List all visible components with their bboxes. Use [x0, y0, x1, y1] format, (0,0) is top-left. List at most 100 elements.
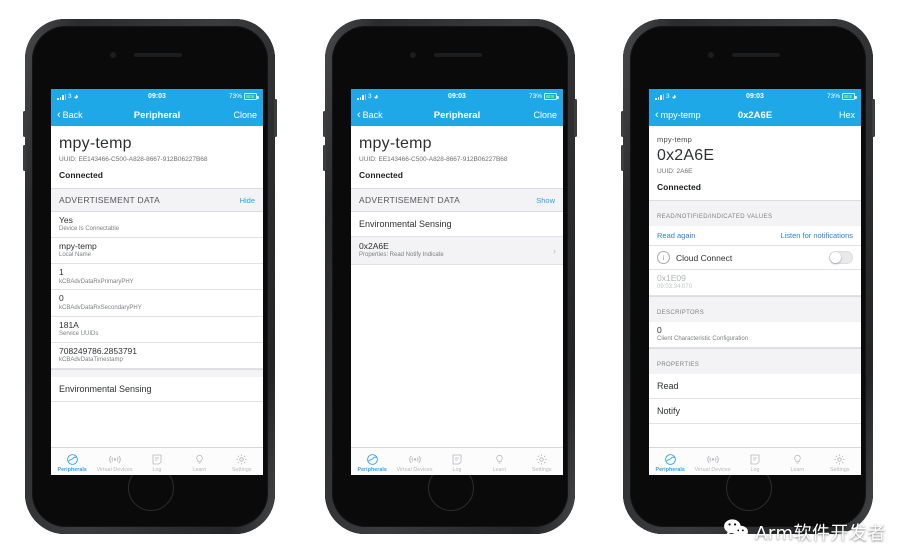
device-name: mpy-temp: [359, 135, 432, 152]
phone-1-screen: 3 ◕ 09:03 73% ⚡ ‹ Back Peripheral Clone …: [51, 89, 263, 475]
advertisement-toggle-button[interactable]: Show: [536, 196, 555, 205]
table-row[interactable]: 181A Service UUIDs: [51, 316, 263, 343]
descriptor-row[interactable]: 0 Client Characteristic Configuration: [649, 322, 861, 349]
row-value: 1: [59, 267, 64, 278]
row-value: mpy-temp: [59, 241, 97, 252]
row-label: Local Name: [59, 252, 92, 259]
table-row[interactable]: 708249786.2853791 kCBAdvDataTimestamp: [51, 342, 263, 369]
tab-learn[interactable]: Learn: [776, 453, 818, 473]
phone-1-content: mpy-temp UUID: EE143466-C500-A828-8667-9…: [51, 126, 263, 447]
back-button-label: mpy-temp: [660, 110, 701, 120]
clone-button[interactable]: Clone: [233, 110, 257, 120]
phone-3-bezel: 3 ◕ 09:03 73% ⚡ ‹ mpy-temp 0x2A6E Hex mp…: [630, 26, 866, 527]
tab-settings[interactable]: Settings: [819, 453, 861, 473]
tab-virtual-devices[interactable]: Virtual Devices: [93, 453, 135, 473]
characteristic-name: 0x2A6E: [657, 147, 715, 164]
phone-3-screen: 3 ◕ 09:03 73% ⚡ ‹ mpy-temp 0x2A6E Hex mp…: [649, 89, 861, 475]
back-button[interactable]: ‹ Back: [57, 108, 83, 121]
phone-1: 3 ◕ 09:03 73% ⚡ ‹ Back Peripheral Clone …: [23, 19, 277, 534]
log-icon: [451, 453, 463, 466]
connection-status: Connected: [359, 170, 403, 180]
tab-settings[interactable]: Settings: [221, 453, 263, 473]
descriptor-value: 0: [657, 325, 662, 336]
cloud-connect-row[interactable]: i Cloud Connect: [649, 246, 861, 270]
status-bar: 3 ◕ 09:03 73% ⚡: [351, 89, 563, 104]
volume-up-button[interactable]: [323, 111, 326, 137]
row-value: Yes: [59, 215, 73, 225]
power-button[interactable]: [274, 99, 277, 137]
tab-label: Log: [152, 466, 162, 473]
clone-button[interactable]: Clone: [533, 110, 557, 120]
phone-2-bezel: 3 ◕ 09:03 73% ⚡ ‹ Back Peripheral Clone …: [332, 26, 568, 527]
characteristic-row[interactable]: 0x2A6E Properties: Read Notify Indicate …: [351, 237, 563, 266]
characteristic-properties: Properties: Read Notify Indicate: [359, 252, 444, 259]
tab-virtual-devices[interactable]: Virtual Devices: [691, 453, 733, 473]
values-section-title: READ/NOTIFIED/INDICATED VALUES: [657, 214, 773, 220]
advertisement-toggle-button[interactable]: Hide: [240, 196, 255, 205]
tab-learn[interactable]: Learn: [178, 453, 220, 473]
tab-label: Settings: [231, 466, 252, 473]
volume-up-button[interactable]: [621, 111, 624, 137]
table-row[interactable]: Yes Device Is Connectable: [51, 212, 263, 239]
table-row[interactable]: mpy-temp Local Name: [51, 238, 263, 265]
row-label: kCBAdvDataRxPrimaryPHY: [59, 278, 134, 285]
service-row[interactable]: Environmental Sensing: [351, 212, 563, 237]
connection-status: Connected: [59, 170, 103, 180]
lightbulb-icon: [194, 453, 205, 466]
characteristic-uuid: UUID: 2A6E: [657, 168, 693, 175]
device-name: mpy-temp: [59, 135, 132, 152]
back-button[interactable]: ‹ Back: [357, 109, 383, 121]
characteristic-value: 0x2A6E: [359, 241, 389, 251]
chevron-left-icon: ‹: [57, 108, 61, 121]
log-icon: [151, 453, 163, 466]
tab-virtual-devices[interactable]: Virtual Devices: [393, 453, 435, 473]
row-label: kCBAdvDataRxSecondaryPHY: [59, 304, 142, 311]
chevron-left-icon: ‹: [655, 108, 659, 121]
volume-up-button[interactable]: [23, 111, 26, 137]
front-camera-icon: [110, 52, 116, 58]
tab-learn[interactable]: Learn: [478, 453, 520, 473]
read-again-button[interactable]: Read again: [657, 231, 695, 240]
tab-bar: Peripherals Virtual Devices Log Learn Se…: [51, 447, 263, 475]
broadcast-icon: [706, 453, 720, 466]
device-uuid: UUID: EE143466-C500-A828-8667-912B06227B…: [59, 156, 208, 163]
phone-3-content: mpy-temp 0x2A6E UUID: 2A6E Connected REA…: [649, 126, 861, 447]
volume-down-button[interactable]: [323, 145, 326, 171]
lightbulb-icon: [494, 453, 505, 466]
service-row[interactable]: Environmental Sensing: [51, 377, 263, 402]
table-row[interactable]: 0 kCBAdvDataRxSecondaryPHY: [51, 290, 263, 317]
tab-log[interactable]: Log: [734, 453, 776, 473]
phone-2-content: mpy-temp UUID: EE143466-C500-A828-8667-9…: [351, 126, 563, 447]
back-button-label: Back: [362, 110, 383, 120]
tab-settings[interactable]: Settings: [521, 453, 563, 473]
volume-down-button[interactable]: [23, 145, 26, 171]
row-label: Device Is Connectable: [59, 226, 120, 233]
tab-peripherals[interactable]: Peripherals: [351, 453, 393, 473]
phone-1-bezel: 3 ◕ 09:03 73% ⚡ ‹ Back Peripheral Clone …: [32, 26, 268, 527]
power-button[interactable]: [872, 99, 875, 137]
table-row[interactable]: 1 kCBAdvDataRxPrimaryPHY: [51, 264, 263, 291]
tab-peripherals[interactable]: Peripherals: [649, 453, 691, 473]
screenshot-canvas: 3 ◕ 09:03 73% ⚡ ‹ Back Peripheral Clone …: [0, 0, 900, 553]
power-button[interactable]: [574, 99, 577, 137]
volume-down-button[interactable]: [621, 145, 624, 171]
back-button[interactable]: ‹ mpy-temp: [655, 108, 701, 121]
status-bar: 3 ◕ 09:03 73% ⚡: [649, 89, 861, 104]
tab-log[interactable]: Log: [136, 453, 178, 473]
nav-bar: ‹ Back Peripheral Clone: [51, 104, 263, 126]
earpiece-speaker: [732, 53, 780, 57]
tab-peripherals[interactable]: Peripherals: [51, 453, 93, 473]
info-icon[interactable]: i: [657, 251, 670, 264]
device-uuid: UUID: EE143466-C500-A828-8667-912B06227B…: [359, 156, 508, 163]
listen-for-notifications-button[interactable]: Listen for notifications: [780, 231, 853, 240]
tab-label: Virtual Devices: [396, 466, 433, 473]
tab-log[interactable]: Log: [436, 453, 478, 473]
cloud-connect-toggle[interactable]: [829, 251, 853, 264]
tab-label: Virtual Devices: [694, 466, 731, 473]
hex-button[interactable]: Hex: [839, 110, 855, 120]
nav-bar: ‹ mpy-temp 0x2A6E Hex: [649, 104, 861, 126]
battery-charging-icon: ⚡: [842, 93, 857, 101]
section-gap: [51, 368, 263, 377]
back-button-label: Back: [62, 110, 83, 120]
watermark: Arm软件开发者: [723, 518, 886, 545]
